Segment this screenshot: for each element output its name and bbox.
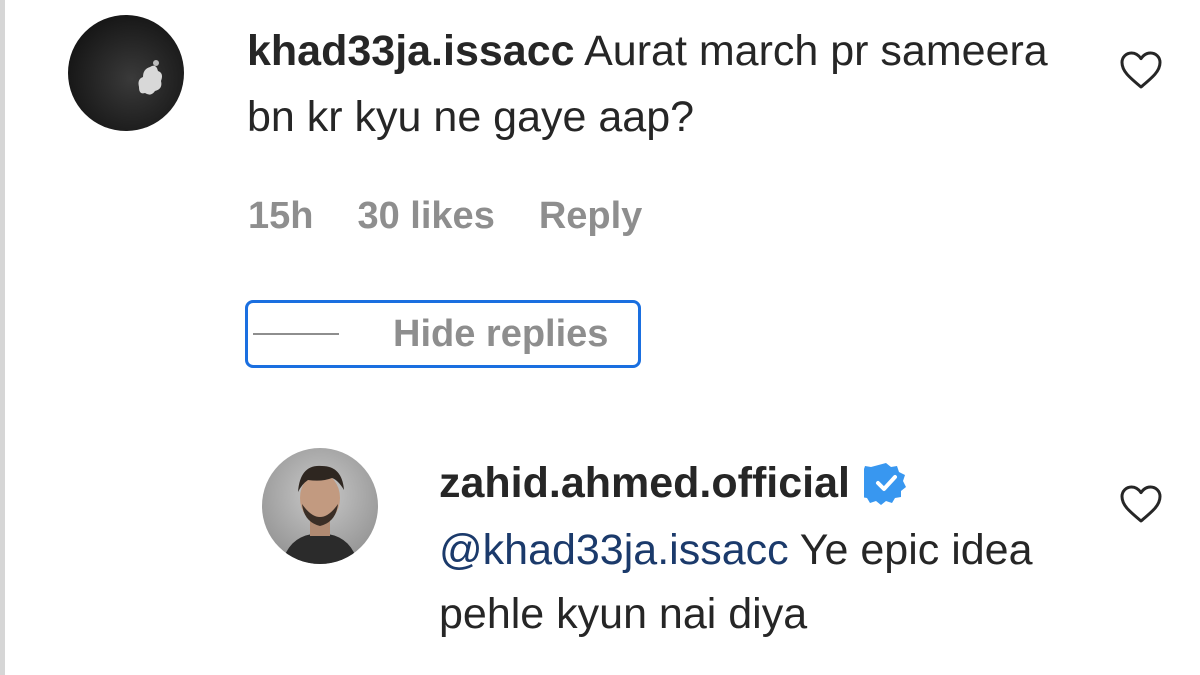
replier-avatar[interactable] bbox=[262, 448, 378, 564]
mention-link[interactable]: @khad33ja.issacc bbox=[439, 526, 789, 574]
comment-meta: 15h 30 likes Reply bbox=[248, 190, 642, 242]
user-avatar-dark-icon bbox=[68, 15, 184, 131]
heart-icon[interactable] bbox=[1119, 50, 1163, 90]
hide-replies-label: Hide replies bbox=[393, 312, 609, 355]
verified-badge-icon bbox=[863, 463, 906, 505]
comments-panel: khad33ja.issacc Aurat march pr sameera b… bbox=[0, 0, 1200, 675]
heart-icon[interactable] bbox=[1119, 484, 1163, 524]
reply-username[interactable]: zahid.ahmed.official bbox=[439, 452, 850, 514]
commenter-avatar[interactable] bbox=[68, 15, 184, 131]
hide-replies-button[interactable]: Hide replies bbox=[245, 300, 641, 368]
comment-body: khad33ja.issacc Aurat march pr sameera b… bbox=[247, 18, 1077, 150]
reply-body: @khad33ja.issacc Ye epic idea pehle kyun… bbox=[439, 518, 1079, 646]
reply-header: zahid.ahmed.official bbox=[439, 452, 908, 514]
user-avatar-photo-icon bbox=[262, 448, 378, 564]
comment-username[interactable]: khad33ja.issacc bbox=[247, 27, 575, 75]
comment-likes[interactable]: 30 likes bbox=[357, 190, 494, 242]
reply-button[interactable]: Reply bbox=[539, 190, 642, 242]
comment-time[interactable]: 15h bbox=[248, 190, 313, 242]
divider-line bbox=[253, 333, 339, 335]
